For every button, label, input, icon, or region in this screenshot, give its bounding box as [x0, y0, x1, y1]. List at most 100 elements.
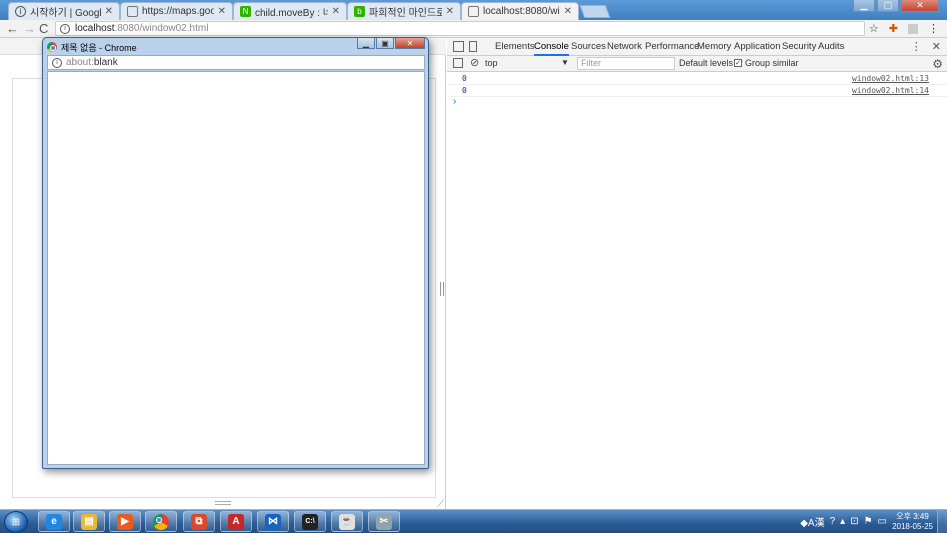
devtools-splitter[interactable] [440, 282, 444, 296]
console-source-link[interactable]: window02.html:13 [852, 74, 929, 83]
console-value: 0 [462, 86, 467, 95]
app-icon: ⧉ [191, 513, 207, 530]
info-icon[interactable]: i [60, 23, 70, 34]
forward-icon[interactable]: → [23, 21, 36, 37]
display-icon[interactable]: ▭ [878, 516, 887, 527]
window-controls: ▁ ▢ ✕ [853, 0, 939, 12]
tab-label: localhost:8080/window0 [483, 6, 560, 17]
clock-time: 오후 3:49 [896, 512, 929, 521]
tab-memory[interactable]: Memory [697, 38, 731, 56]
tab-performance[interactable]: Performance [645, 38, 699, 56]
show-desktop-button[interactable] [937, 510, 947, 533]
help-icon[interactable]: ? [830, 516, 836, 527]
info-icon: i [15, 6, 26, 17]
tab-strip: i 시작하기 | Google Ma ✕ https://maps.google… [0, 0, 947, 20]
taskbar-app-explorer[interactable]: ▤ [73, 511, 105, 532]
device-toggle-icon[interactable] [469, 41, 477, 52]
back-icon[interactable]: ← [6, 21, 19, 37]
more-options-icon[interactable]: ⋮ [911, 40, 922, 53]
network-icon[interactable]: ⊡ [850, 516, 858, 527]
popup-title: 제목 없음 - Chrome [61, 42, 137, 53]
popup-close-button[interactable]: ✕ [395, 38, 425, 49]
chevron-up-icon[interactable]: ▴ [840, 516, 845, 527]
clock-date: 2018-05-25 [892, 522, 933, 531]
resize-grip[interactable] [215, 501, 231, 505]
console-prompt[interactable]: › [453, 96, 456, 107]
chrome-icon [153, 513, 169, 530]
tab-application[interactable]: Application [734, 38, 780, 56]
star-icon[interactable]: ☆ [869, 22, 879, 35]
popup-address-bar[interactable]: i about: blank [47, 55, 425, 70]
close-icon[interactable]: ✕ [564, 6, 572, 17]
clear-console-icon[interactable]: ⊘ [470, 56, 479, 69]
console-value: 0 [462, 74, 467, 83]
taskbar-app-cmd[interactable]: C:\ [294, 511, 326, 532]
console-sidebar-icon[interactable] [453, 58, 463, 68]
chrome-icon [47, 42, 57, 52]
document-icon [468, 6, 479, 17]
console-message: 0 window02.html:14 [447, 85, 947, 97]
taskbar-app-chrome[interactable] [145, 511, 177, 532]
group-similar-toggle[interactable]: ✓ Group similar [734, 58, 799, 68]
terminal-icon: C:\ [302, 513, 318, 530]
console-source-link[interactable]: window02.html:14 [852, 86, 929, 95]
address-bar: ← → C i localhost:8080/window02.html ☆ ✚… [0, 20, 947, 38]
taskbar-app-vscode[interactable]: ⋈ [257, 511, 289, 532]
close-icon[interactable]: ✕ [446, 6, 454, 17]
minimize-button[interactable]: ▁ [853, 0, 875, 12]
tab-label: 시작하기 | Google Ma [30, 8, 101, 19]
flag-icon[interactable]: ⚑ [864, 516, 873, 527]
new-tab-button[interactable] [579, 5, 611, 18]
url-path: :8080/window02.html [114, 23, 209, 34]
url-input[interactable]: i localhost:8080/window02.html [55, 21, 865, 36]
taskbar-app-generic[interactable]: ⧉ [183, 511, 215, 532]
taskbar-app-acrobat[interactable]: A [220, 511, 252, 532]
taskbar-app-media[interactable]: ▶ [109, 511, 141, 532]
tab-getting-started[interactable]: i 시작하기 | Google Ma ✕ [8, 2, 120, 20]
menu-icon[interactable]: ⋮ [928, 22, 939, 35]
close-icon[interactable]: ✕ [332, 6, 340, 17]
console-toolbar: ⊘ top ▼ Filter Default levels ▼ ✓ Group … [447, 56, 947, 72]
close-icon[interactable]: ✕ [218, 6, 226, 17]
tab-sources[interactable]: Sources [571, 38, 606, 56]
tab-maps-api[interactable]: https://maps.googleapis ✕ [120, 2, 233, 20]
close-icon[interactable]: ✕ [105, 6, 113, 17]
tab-naver[interactable]: N child.moveBy : 네이버 통 ✕ [233, 2, 347, 20]
tab-elements[interactable]: Elements [495, 38, 535, 56]
folder-icon: ▤ [81, 513, 97, 530]
tab-network[interactable]: Network [607, 38, 642, 56]
reload-icon[interactable]: C [39, 21, 48, 37]
blog-icon: b [354, 6, 365, 17]
tab-audits[interactable]: Audits [818, 38, 844, 56]
system-tray: ◆A漢 ? ▴ ⊡ ⚑ ▭ [800, 514, 887, 529]
checkbox-icon[interactable]: ✓ [734, 59, 742, 67]
maximize-button[interactable]: ▢ [877, 0, 899, 12]
taskbar-app-java[interactable]: ☕ [331, 511, 363, 532]
popup-content[interactable] [47, 71, 425, 465]
tab-label: https://maps.googleapis [142, 6, 214, 17]
tab-blog[interactable]: b 파희적인 마인드로 달리 ✕ [347, 2, 461, 20]
popup-minimize-button[interactable]: ▁ [357, 38, 375, 49]
popup-url-scheme: about: [66, 57, 94, 68]
inspect-element-icon[interactable] [453, 41, 464, 52]
context-selector[interactable]: top [485, 58, 569, 70]
popup-maximize-button[interactable]: ▣ [376, 38, 394, 49]
console-filter-input[interactable]: Filter [577, 57, 675, 70]
taskbar-app-snipping[interactable]: ✂ [368, 511, 400, 532]
tab-security[interactable]: Security [782, 38, 816, 56]
tab-localhost[interactable]: localhost:8080/window0 ✕ [461, 2, 579, 20]
profile-icon[interactable] [908, 23, 918, 34]
taskbar-app-ie[interactable]: e [38, 511, 70, 532]
acrobat-icon: A [228, 513, 244, 530]
clock[interactable]: 오후 3:49 2018-05-25 [892, 512, 933, 532]
gear-icon[interactable]: ⚙ [932, 57, 943, 71]
extension-icon[interactable]: ✚ [889, 22, 898, 35]
close-window-button[interactable]: ✕ [901, 0, 939, 12]
start-button[interactable]: ⊞ [4, 511, 28, 533]
url-host: localhost [75, 23, 115, 34]
close-devtools-icon[interactable]: ✕ [932, 40, 941, 53]
tab-console[interactable]: Console [534, 38, 569, 56]
popup-titlebar[interactable]: 제목 없음 - Chrome [47, 40, 137, 54]
popup-window-controls: ▁ ▣ ✕ [357, 38, 425, 49]
language-icon[interactable]: ◆A漢 [800, 514, 824, 529]
